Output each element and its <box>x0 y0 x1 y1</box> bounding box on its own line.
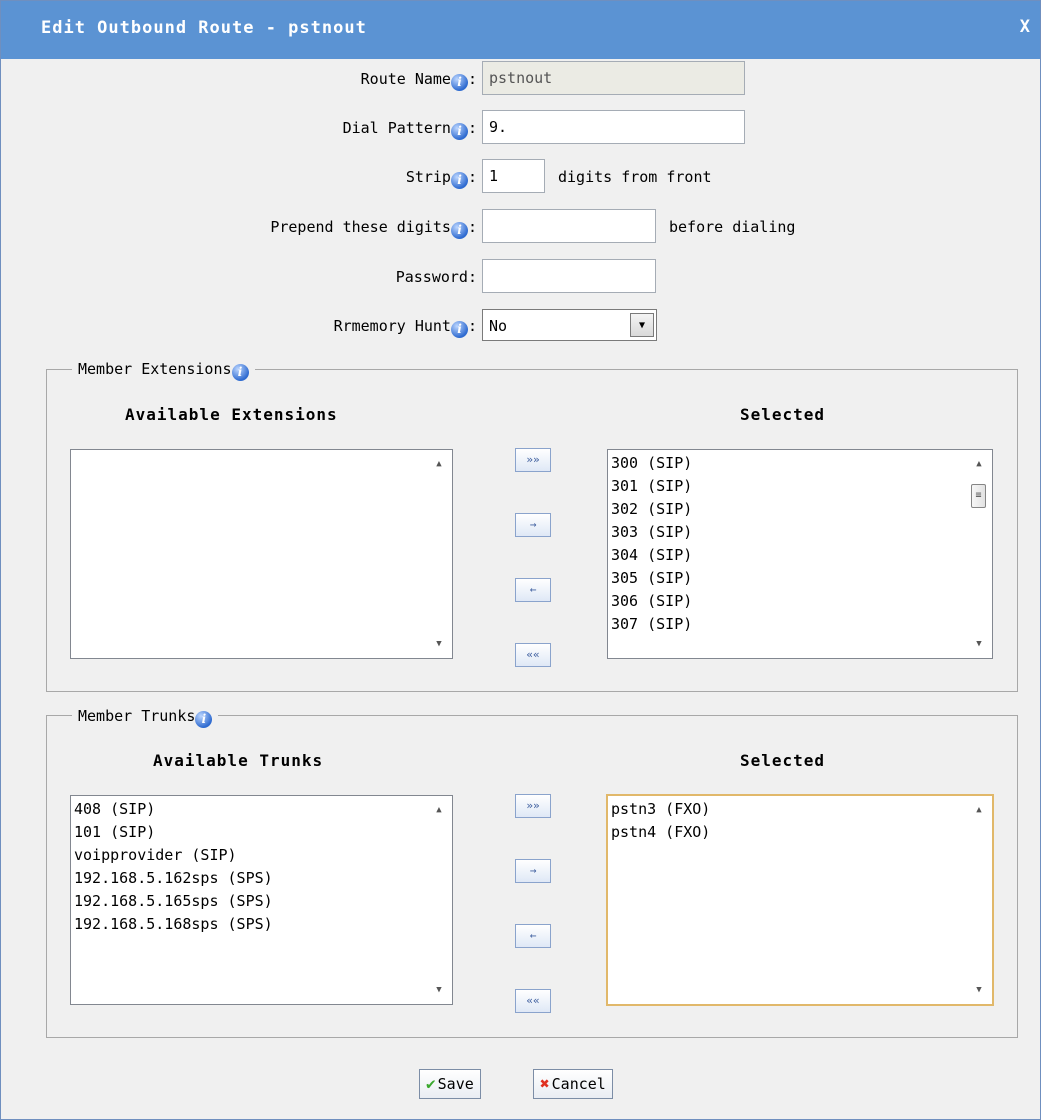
list-item[interactable]: 307 (SIP) <box>611 613 964 636</box>
available-trunks-list[interactable]: 408 (SIP) 101 (SIP) voipprovider (SIP) 192.… <box>70 795 453 1005</box>
prepend-row: Prepend these digits i: <box>1 209 477 245</box>
scroll-down-icon[interactable]: ▼ <box>426 980 452 1000</box>
scrollbar[interactable]: ▲ ▼ <box>426 796 452 1004</box>
selected-trunks-list[interactable]: pstn3 (FXO) pstn4 (FXO) ▲ ▼ <box>606 794 994 1006</box>
info-icon[interactable]: i <box>231 364 249 381</box>
scroll-up-icon[interactable]: ▲ <box>966 454 992 474</box>
scrollbar[interactable]: ▲ ▼ <box>426 450 452 658</box>
available-extensions-list[interactable]: ▲ ▼ <box>70 449 453 659</box>
colon: : <box>467 218 477 236</box>
remove-all-extensions-button[interactable]: «« <box>515 643 551 667</box>
prepend-label: Prepend these digits <box>270 218 451 236</box>
scrollbar[interactable]: ▲ ▼ <box>966 796 992 1004</box>
chevron-down-icon[interactable]: ▼ <box>630 313 654 337</box>
scroll-up-icon[interactable]: ▲ <box>426 800 452 820</box>
scroll-down-icon[interactable]: ▼ <box>966 634 992 654</box>
dialog-titlebar[interactable]: Edit Outbound Route - pstnout X <box>1 1 1040 59</box>
selected-extensions-list[interactable]: 300 (SIP) 301 (SIP) 302 (SIP) 303 (SIP) 304 … <box>607 449 993 659</box>
list-item[interactable]: 305 (SIP) <box>611 567 964 590</box>
route-name-input: pstnout <box>482 61 745 95</box>
cross-icon: ✖ <box>540 1074 550 1093</box>
member-extensions-label: Member Extensions <box>78 360 232 378</box>
list-item[interactable]: 300 (SIP) <box>611 452 964 475</box>
scroll-thumb[interactable]: ≡ <box>971 484 986 508</box>
rrmemory-label: Rrmemory Hunt <box>333 317 451 335</box>
list-item[interactable]: voipprovider (SIP) <box>74 844 424 867</box>
prepend-suffix: before dialing <box>669 218 796 236</box>
list-item[interactable]: 303 (SIP) <box>611 521 964 544</box>
remove-all-trunks-button[interactable]: «« <box>515 989 551 1013</box>
strip-input[interactable]: 1 <box>482 159 545 193</box>
colon: : <box>467 70 477 88</box>
prepend-input[interactable] <box>482 209 656 243</box>
remove-extension-button[interactable]: ← <box>515 578 551 602</box>
password-input[interactable] <box>482 259 656 293</box>
close-icon[interactable]: X <box>1020 17 1030 37</box>
selected-trunks-items: pstn3 (FXO) pstn4 (FXO) <box>611 798 964 1002</box>
rrmemory-select[interactable]: No ▼ <box>482 309 657 341</box>
scroll-down-icon[interactable]: ▼ <box>966 980 992 1000</box>
password-label: Password: <box>395 268 477 286</box>
selected-trunks-header: Selected <box>740 751 826 770</box>
available-extensions-header: Available Extensions <box>125 405 338 424</box>
scrollbar[interactable]: ▲ ≡ ▼ <box>966 450 992 658</box>
save-label: Save <box>437 1075 474 1093</box>
dial-pattern-label: Dial Pattern <box>342 119 451 137</box>
list-item[interactable]: 302 (SIP) <box>611 498 964 521</box>
list-item[interactable]: 192.168.5.162sps (SPS) <box>74 867 424 890</box>
add-extension-button[interactable]: → <box>515 513 551 537</box>
colon: : <box>467 119 477 137</box>
check-icon: ✔ <box>426 1074 436 1093</box>
list-item[interactable]: 301 (SIP) <box>611 475 964 498</box>
cancel-label: Cancel <box>551 1075 606 1093</box>
password-row: Password: <box>1 259 477 295</box>
dial-pattern-input[interactable]: 9. <box>482 110 745 144</box>
info-icon[interactable]: i <box>450 222 468 239</box>
list-item[interactable]: 304 (SIP) <box>611 544 964 567</box>
add-all-trunks-button[interactable]: »» <box>515 794 551 818</box>
strip-row: Strip i: <box>1 159 477 195</box>
scroll-up-icon[interactable]: ▲ <box>966 800 992 820</box>
info-icon[interactable]: i <box>450 74 468 91</box>
member-trunks-label: Member Trunks <box>78 707 196 725</box>
cancel-button[interactable]: ✖ Cancel <box>533 1069 613 1099</box>
add-all-extensions-button[interactable]: »» <box>515 448 551 472</box>
member-extensions-legend: Member Extensions i <box>72 360 255 381</box>
list-item[interactable]: 306 (SIP) <box>611 590 964 613</box>
rrmemory-value: No <box>489 317 508 335</box>
info-icon[interactable]: i <box>195 711 213 728</box>
strip-suffix: digits from front <box>558 168 712 186</box>
save-button[interactable]: ✔ Save <box>419 1069 481 1099</box>
selected-extensions-items: 300 (SIP) 301 (SIP) 302 (SIP) 303 (SIP) 304 … <box>611 452 964 656</box>
rrmemory-row: Rrmemory Hunt i: <box>1 308 477 344</box>
list-item[interactable]: 408 (SIP) <box>74 798 424 821</box>
route-name-row: Route Name i: <box>1 61 477 97</box>
scroll-up-icon[interactable]: ▲ <box>426 454 452 474</box>
strip-label: Strip <box>405 168 451 186</box>
member-trunks-legend: Member Trunks i <box>72 707 219 728</box>
remove-trunk-button[interactable]: ← <box>515 924 551 948</box>
selected-extensions-header: Selected <box>740 405 826 424</box>
available-extensions-items <box>74 452 424 656</box>
scroll-down-icon[interactable]: ▼ <box>426 634 452 654</box>
info-icon[interactable]: i <box>450 321 468 338</box>
colon: : <box>467 317 477 335</box>
list-item[interactable]: 192.168.5.165sps (SPS) <box>74 890 424 913</box>
route-name-label: Route Name <box>360 70 451 88</box>
dialog-title: Edit Outbound Route - pstnout <box>41 18 367 38</box>
edit-outbound-route-dialog: Edit Outbound Route - pstnout X Route Na… <box>0 0 1041 1120</box>
info-icon[interactable]: i <box>450 172 468 189</box>
dial-pattern-row: Dial Pattern i: <box>1 110 477 146</box>
colon: : <box>467 168 477 186</box>
list-item[interactable]: 101 (SIP) <box>74 821 424 844</box>
info-icon[interactable]: i <box>450 123 468 140</box>
available-trunks-header: Available Trunks <box>153 751 324 770</box>
list-item[interactable]: 192.168.5.168sps (SPS) <box>74 913 424 936</box>
list-item[interactable]: pstn4 (FXO) <box>611 821 964 844</box>
list-item[interactable]: pstn3 (FXO) <box>611 798 964 821</box>
add-trunk-button[interactable]: → <box>515 859 551 883</box>
available-trunks-items: 408 (SIP) 101 (SIP) voipprovider (SIP) 192.… <box>74 798 424 1002</box>
